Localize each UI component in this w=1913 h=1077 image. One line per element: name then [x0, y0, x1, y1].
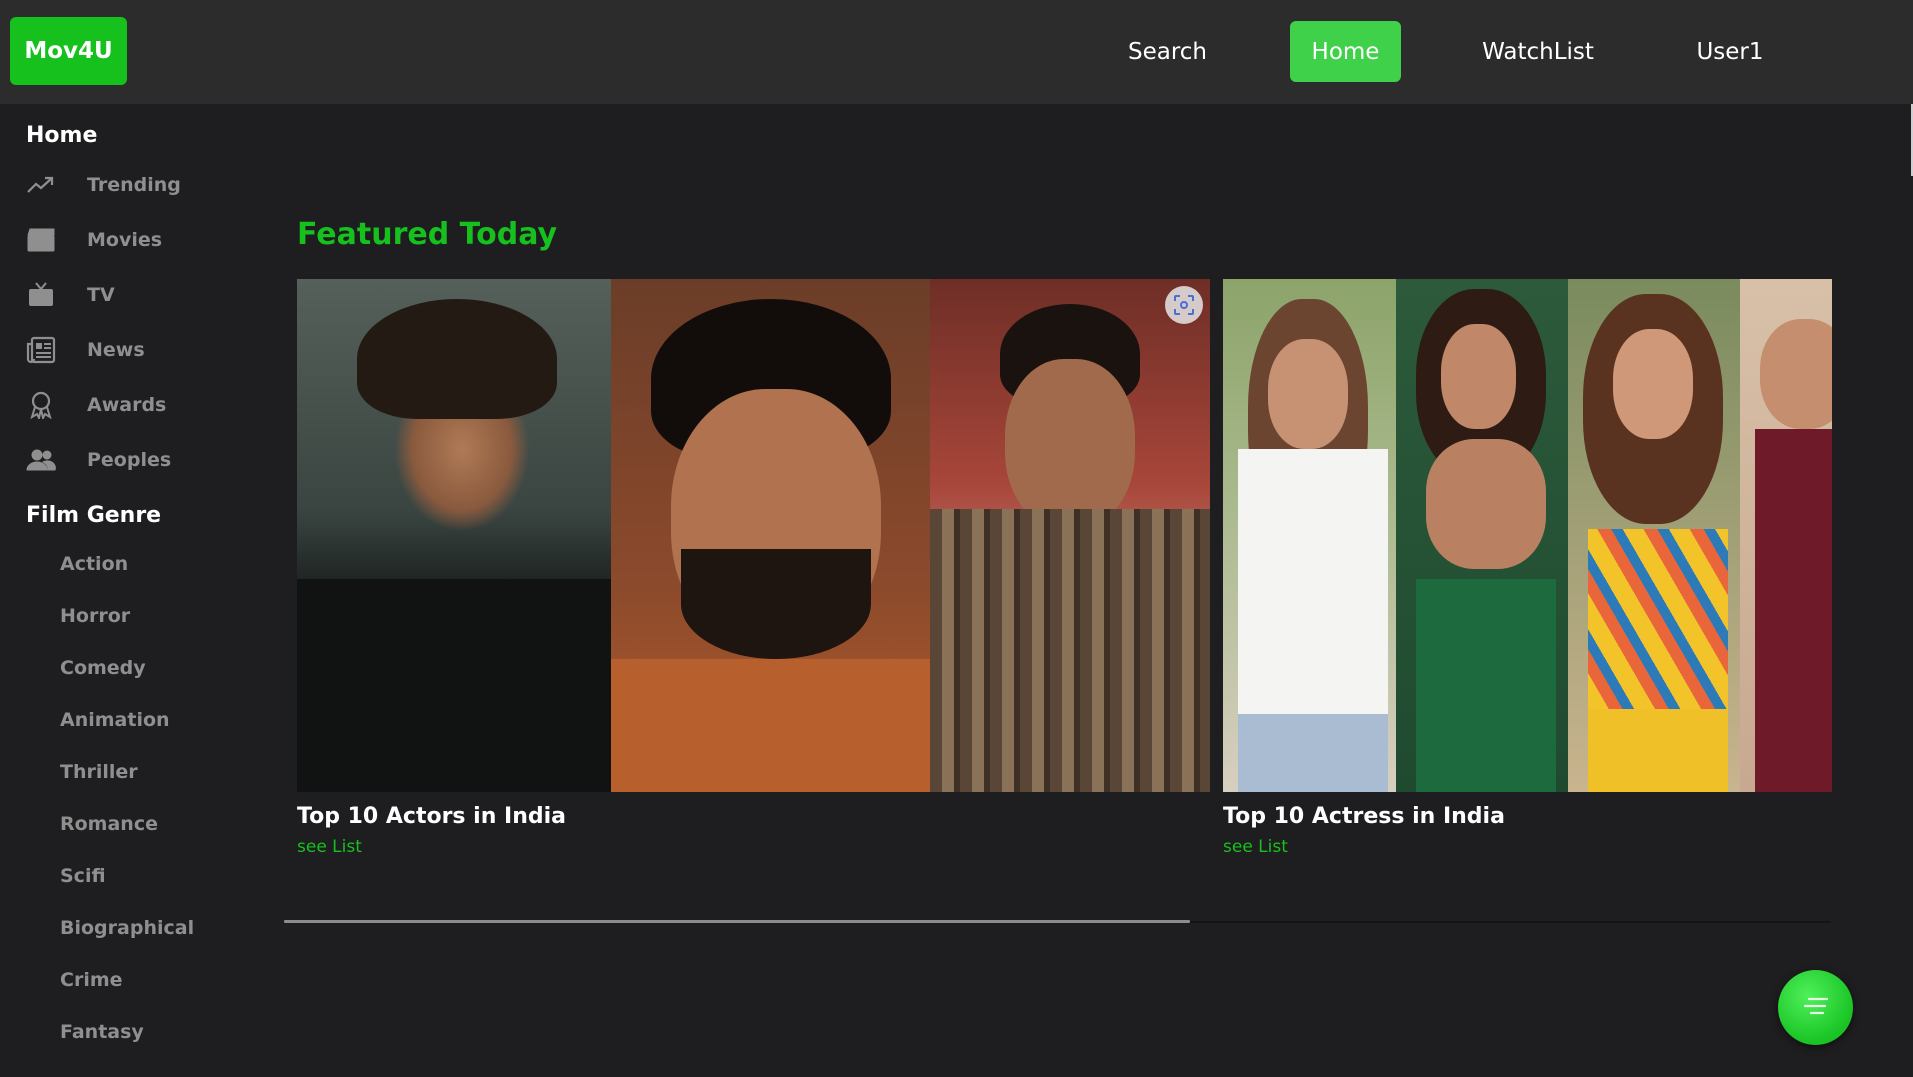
genre-item-crime[interactable]: Crime — [60, 969, 123, 991]
sidebar-item-label: Peoples — [87, 449, 172, 471]
actresses-collage-image[interactable] — [1223, 279, 1832, 792]
nav-search[interactable]: Search — [1120, 21, 1215, 82]
genre-item-horror[interactable]: Horror — [60, 605, 130, 627]
genre-item-thriller[interactable]: Thriller — [60, 761, 138, 783]
genre-item-biographical[interactable]: Biographical — [60, 917, 194, 939]
genre-item-fantasy[interactable]: Fantasy — [60, 1021, 144, 1043]
carousel-scroll-thumb[interactable] — [284, 920, 1190, 923]
tv-icon — [26, 280, 56, 310]
menu-fab-button[interactable] — [1778, 970, 1853, 1045]
trending-icon — [26, 170, 56, 200]
sidebar-item-label: Awards — [87, 394, 167, 416]
genre-item-romance[interactable]: Romance — [60, 813, 158, 835]
sidebar-item-label: News — [87, 339, 145, 361]
scan-icon[interactable] — [1165, 286, 1203, 324]
featured-title: Featured Today — [297, 217, 558, 252]
genre-item-scifi[interactable]: Scifi — [60, 865, 106, 887]
nav-user[interactable]: User1 — [1690, 21, 1770, 82]
genre-item-animation[interactable]: Animation — [60, 709, 170, 731]
menu-lines-icon — [1802, 994, 1830, 1022]
logo-button[interactable]: Mov4U — [10, 17, 127, 85]
nav-watchlist[interactable]: WatchList — [1478, 21, 1598, 82]
genre-item-comedy[interactable]: Comedy — [60, 657, 146, 679]
sidebar-item-trending[interactable]: Trending — [26, 168, 181, 202]
see-list-link-actresses[interactable]: see List — [1223, 837, 1288, 857]
people-icon — [26, 445, 56, 475]
sidebar-genre-heading: Film Genre — [26, 503, 162, 528]
top-navbar: Mov4U Search Home WatchList User1 — [0, 0, 1913, 104]
sidebar-item-tv[interactable]: TV — [26, 278, 115, 312]
sidebar-item-news[interactable]: News — [26, 333, 145, 367]
nav-home[interactable]: Home — [1290, 21, 1401, 82]
clapperboard-icon — [26, 225, 56, 255]
sidebar-item-label: Trending — [87, 174, 181, 196]
newspaper-icon — [26, 335, 56, 365]
sidebar-item-label: Movies — [87, 229, 163, 251]
sidebar-item-movies[interactable]: Movies — [26, 223, 162, 257]
sidebar-item-peoples[interactable]: Peoples — [26, 443, 171, 477]
sidebar-item-label: TV — [87, 284, 115, 306]
card-title-actors[interactable]: Top 10 Actors in India — [297, 804, 566, 829]
actors-collage-image[interactable] — [297, 279, 1210, 792]
award-icon — [26, 390, 56, 420]
see-list-link-actors[interactable]: see List — [297, 837, 362, 857]
sidebar-item-awards[interactable]: Awards — [26, 388, 166, 422]
sidebar-home-heading[interactable]: Home — [26, 123, 97, 148]
card-title-actresses[interactable]: Top 10 Actress in India — [1223, 804, 1505, 829]
genre-item-action[interactable]: Action — [60, 553, 128, 575]
